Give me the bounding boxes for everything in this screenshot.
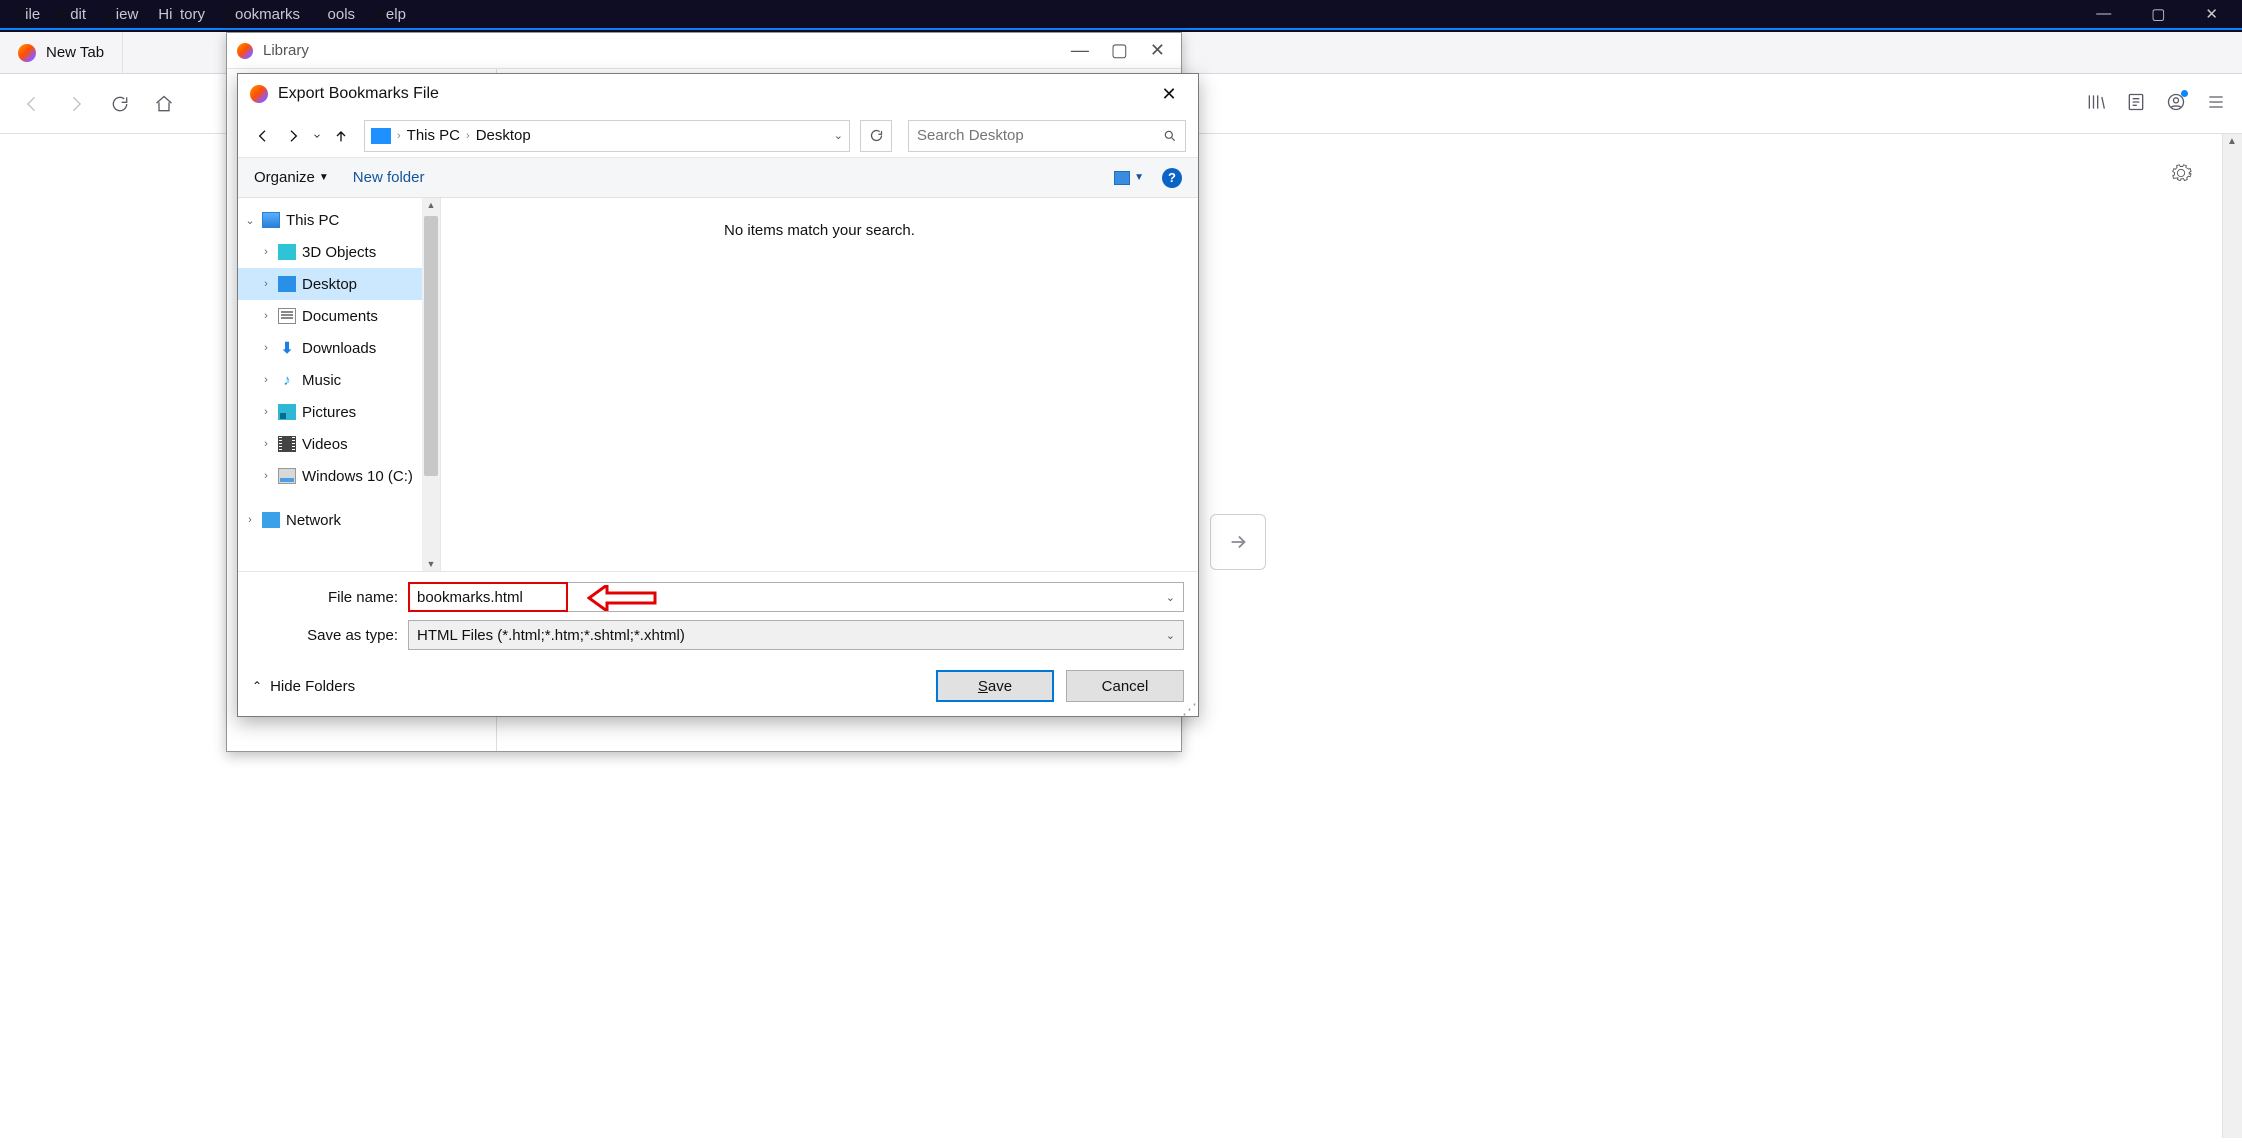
tab-title: New Tab	[46, 44, 104, 61]
content-scrollbar[interactable]: ▲	[2222, 134, 2242, 1138]
chevron-down-icon[interactable]: ⌄	[834, 129, 843, 142]
pictures-icon	[278, 404, 296, 420]
library-title: Library	[263, 42, 309, 59]
music-icon: ♪	[278, 372, 296, 388]
chevron-down-icon[interactable]: ⌄	[1166, 629, 1175, 642]
lib-close-icon[interactable]: ✕	[1150, 40, 1165, 61]
tree-desktop[interactable]: ›Desktop	[238, 268, 440, 300]
menu-icon[interactable]	[2206, 92, 2226, 116]
chevron-right-icon: ›	[397, 130, 401, 142]
menu-view[interactable]: View	[96, 2, 148, 27]
network-icon	[262, 512, 280, 528]
nav-forward-button[interactable]	[280, 123, 306, 149]
desktop-icon	[278, 276, 296, 292]
export-bookmarks-dialog: Export Bookmarks File ✕ › This PC › Desk…	[237, 73, 1199, 717]
nav-up-button[interactable]	[328, 123, 354, 149]
reader-icon[interactable]	[2126, 92, 2146, 116]
menu-file[interactable]: File	[6, 2, 50, 27]
chevron-down-icon[interactable]: ⌄	[1166, 591, 1175, 604]
firefox-menubar: File Edit View History Bookmarks Tools H…	[0, 0, 2242, 28]
refresh-button[interactable]	[860, 120, 892, 152]
dialog-nav-row: › This PC › Desktop ⌄	[238, 114, 1198, 158]
breadcrumb-leaf[interactable]: Desktop	[476, 127, 531, 144]
gear-icon[interactable]	[2170, 162, 2192, 188]
menu-edit[interactable]: Edit	[50, 2, 96, 27]
savetype-dropdown[interactable]: HTML Files (*.html;*.htm;*.shtml;*.xhtml…	[408, 620, 1184, 650]
forward-card[interactable]	[1210, 514, 1266, 570]
view-icon	[1114, 171, 1130, 185]
menu-tools[interactable]: Tools	[310, 2, 365, 27]
dialog-footer: File name: ⌄ Save as type: HTML Files (*…	[238, 571, 1198, 716]
tree-scrollbar[interactable]: ▲ ▼	[422, 198, 440, 571]
library-titlebar: Library — ▢ ✕	[227, 33, 1181, 69]
resize-grip-icon[interactable]: ⋰	[1182, 700, 1196, 714]
menu-help[interactable]: Help	[365, 2, 416, 27]
new-folder-button[interactable]: New folder	[353, 169, 425, 186]
lib-maximize-icon[interactable]: ▢	[1111, 40, 1128, 61]
tree-pictures[interactable]: ›Pictures	[238, 396, 440, 428]
help-button[interactable]: ?	[1162, 168, 1182, 188]
tree-documents[interactable]: ›Documents	[238, 300, 440, 332]
search-icon	[1163, 129, 1177, 143]
search-input[interactable]	[917, 127, 1163, 144]
view-options-button[interactable]: ▼	[1114, 171, 1144, 185]
drive-icon	[371, 128, 391, 144]
forward-button[interactable]	[60, 88, 92, 120]
firefox-icon	[18, 44, 36, 62]
account-icon[interactable]	[2166, 92, 2186, 116]
breadcrumb-bar[interactable]: › This PC › Desktop ⌄	[364, 120, 850, 152]
file-list-pane: No items match your search.	[441, 198, 1198, 571]
menu-bookmarks[interactable]: Bookmarks	[215, 2, 310, 27]
nav-back-button[interactable]	[250, 123, 276, 149]
library-icon[interactable]	[2086, 92, 2106, 116]
firefox-icon	[250, 85, 268, 103]
back-button[interactable]	[16, 88, 48, 120]
videos-icon	[278, 436, 296, 452]
downloads-icon: ⬇	[278, 340, 296, 356]
close-icon[interactable]: ✕	[2195, 1, 2228, 27]
filename-label: File name:	[252, 589, 408, 606]
savetype-label: Save as type:	[252, 627, 408, 644]
nav-recent-dropdown[interactable]	[310, 123, 324, 149]
folder-tree: ⌄This PC ›3D Objects ›Desktop ›Documents…	[238, 198, 441, 571]
tree-music[interactable]: ›♪Music	[238, 364, 440, 396]
search-box[interactable]	[908, 120, 1186, 152]
tree-network[interactable]: ›Network	[238, 504, 440, 536]
tree-windows-c[interactable]: ›Windows 10 (C:)	[238, 460, 440, 492]
save-button[interactable]: Save	[936, 670, 1054, 702]
tree-3d-objects[interactable]: ›3D Objects	[238, 236, 440, 268]
drive-icon	[278, 468, 296, 484]
dialog-titlebar: Export Bookmarks File ✕	[238, 74, 1198, 114]
minimize-icon[interactable]: —	[2086, 1, 2121, 27]
dialog-title: Export Bookmarks File	[278, 85, 439, 103]
dialog-toolbar: Organize ▼ New folder ▼ ?	[238, 158, 1198, 198]
tree-downloads[interactable]: ›⬇Downloads	[238, 332, 440, 364]
breadcrumb-root[interactable]: This PC	[407, 127, 460, 144]
hide-folders-toggle[interactable]: ⌃Hide Folders	[252, 678, 355, 695]
reload-button[interactable]	[104, 88, 136, 120]
maximize-icon[interactable]: ▢	[2141, 1, 2175, 27]
savetype-value: HTML Files (*.html;*.htm;*.shtml;*.xhtml…	[417, 627, 685, 644]
dialog-close-button[interactable]: ✕	[1152, 79, 1186, 109]
filename-field[interactable]: ⌄	[408, 582, 1184, 612]
pc-icon	[262, 212, 280, 228]
tree-this-pc[interactable]: ⌄This PC	[238, 204, 440, 236]
firefox-icon	[237, 43, 253, 59]
chevron-down-icon: ▼	[319, 172, 329, 183]
chevron-right-icon: ›	[466, 130, 470, 142]
3d-objects-icon	[278, 244, 296, 260]
filename-input[interactable]	[417, 589, 1166, 606]
lib-minimize-icon[interactable]: —	[1071, 40, 1089, 61]
menu-history[interactable]: History	[148, 2, 215, 27]
cancel-button[interactable]: Cancel	[1066, 670, 1184, 702]
organize-menu[interactable]: Organize ▼	[254, 169, 329, 186]
documents-icon	[278, 308, 296, 324]
browser-tab[interactable]: New Tab	[0, 32, 123, 73]
chevron-down-icon: ▼	[1134, 172, 1144, 183]
home-button[interactable]	[148, 88, 180, 120]
empty-state-text: No items match your search.	[724, 222, 915, 239]
tree-videos[interactable]: ›Videos	[238, 428, 440, 460]
